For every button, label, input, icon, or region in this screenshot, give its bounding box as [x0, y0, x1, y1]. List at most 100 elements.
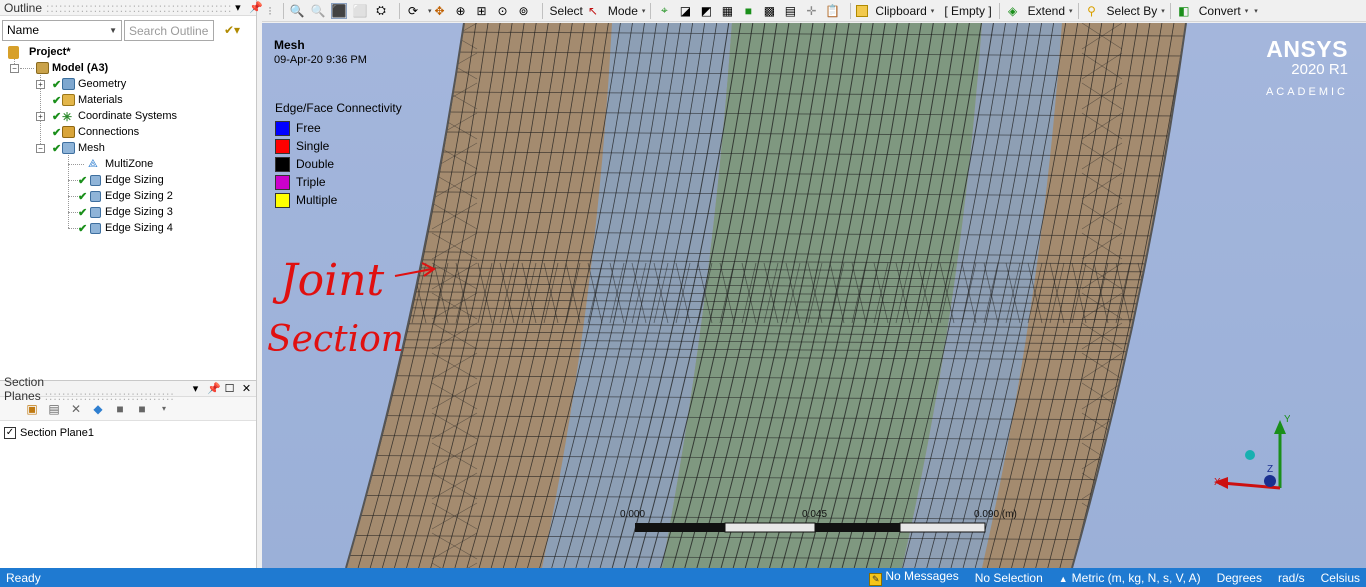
- tree-item-model[interactable]: − Model (A3): [4, 60, 256, 76]
- tree-item-mesh[interactable]: − ✔ Mesh: [4, 140, 256, 156]
- select-by-button[interactable]: Select By: [1107, 4, 1158, 18]
- show-vertices-icon[interactable]: ⛭: [373, 3, 389, 19]
- select-element-face-icon[interactable]: ▩: [761, 3, 777, 19]
- zoom-out-icon[interactable]: 🔍: [310, 3, 326, 19]
- legend-label: Free: [296, 121, 321, 135]
- toolbar-overflow-icon[interactable]: ▾: [1254, 7, 1258, 15]
- edge-sizing-icon: [90, 222, 101, 234]
- clipboard-icon[interactable]: 📋: [824, 3, 840, 19]
- select-by-icon: ⚲: [1087, 3, 1096, 18]
- tree-item-edge-sizing[interactable]: ✔ Edge Sizing: [4, 172, 256, 188]
- scale-bar-segment: [815, 523, 900, 532]
- select-button[interactable]: Select: [550, 4, 583, 18]
- close-icon[interactable]: ✕: [241, 382, 252, 395]
- new-section-plane-icon[interactable]: ▣: [24, 402, 40, 416]
- shaded-mode-icon[interactable]: ⬛: [331, 2, 347, 19]
- chevron-down-icon[interactable]: ▾: [1069, 7, 1073, 15]
- box-zoom-icon[interactable]: ⊞: [474, 3, 490, 19]
- search-outline-input[interactable]: Search Outline: [124, 19, 214, 41]
- chevron-down-icon[interactable]: ▾: [642, 7, 646, 15]
- show-whole-elements-icon[interactable]: ◆: [90, 402, 106, 416]
- status-bar: Ready ✎ No Messages No Selection ▲ Metric …: [0, 568, 1366, 587]
- chevron-down-icon[interactable]: ▾: [1161, 7, 1165, 15]
- clipboard-button[interactable]: Clipboard: [875, 4, 926, 18]
- tree-item-multizone[interactable]: ⟁ MultiZone: [4, 156, 256, 172]
- chevron-down-icon[interactable]: ▾: [931, 7, 935, 15]
- zoom-in-icon[interactable]: 🔍: [289, 3, 305, 19]
- select-element-icon[interactable]: ▤: [782, 3, 798, 19]
- scale-bar: [635, 522, 986, 533]
- unit-system[interactable]: ▲ Metric (m, kg, N, s, V, A): [1059, 571, 1201, 585]
- pin-icon[interactable]: 📌: [207, 382, 221, 395]
- angle-unit[interactable]: Degrees: [1217, 571, 1262, 585]
- chevron-down-icon[interactable]: ▾: [156, 402, 172, 416]
- pan-icon[interactable]: ✥: [432, 3, 448, 19]
- delete-icon[interactable]: ✕: [68, 402, 84, 416]
- hide-cap-icon[interactable]: ■: [134, 402, 150, 416]
- messages-indicator[interactable]: ✎ No Messages: [869, 569, 959, 586]
- select-node-icon[interactable]: ■: [740, 3, 756, 19]
- temperature-unit[interactable]: Celsius: [1321, 571, 1360, 585]
- mode-button[interactable]: Mode: [608, 4, 638, 18]
- select-face-icon[interactable]: ◩: [698, 3, 714, 19]
- axis-triad[interactable]: Y X Z: [1200, 408, 1290, 498]
- filter-options-button[interactable]: ✔▾: [216, 20, 248, 41]
- coordinates-icon[interactable]: ✛: [803, 3, 819, 19]
- status-check-icon: ✔: [52, 78, 62, 91]
- list-item[interactable]: ✓ Section Plane1: [4, 427, 252, 439]
- chevron-down-icon[interactable]: ▾: [1245, 7, 1249, 15]
- extend-button[interactable]: Extend: [1028, 4, 1065, 18]
- select-edge-icon[interactable]: ◪: [677, 3, 693, 19]
- outline-panel: Outline:::::::::::::::::::::::::::::::::…: [0, 0, 294, 380]
- panel-menu-icon[interactable]: ▾: [190, 382, 201, 395]
- rotational-velocity-unit[interactable]: rad/s: [1278, 571, 1305, 585]
- collapse-icon[interactable]: −: [10, 63, 19, 73]
- tree-item-edge-sizing-4[interactable]: ✔ Edge Sizing 4: [4, 220, 256, 236]
- tree-item-coordinate-systems[interactable]: + ✔ ✳ Coordinate Systems: [4, 108, 256, 124]
- cursor-icon[interactable]: ↖: [585, 3, 601, 19]
- wireframe-icon[interactable]: ⬜: [352, 3, 368, 19]
- status-ready: Ready: [6, 570, 41, 585]
- maximize-icon[interactable]: ☐: [224, 382, 235, 395]
- tree-item-project[interactable]: Project*: [4, 44, 256, 60]
- drag-grip[interactable]: ::::::::::::::::::::::::::::::::::::::::…: [46, 1, 232, 15]
- filter-type-select[interactable]: Name ▼: [2, 19, 122, 41]
- iso-ball-icon[interactable]: [1245, 450, 1255, 460]
- grip-icon[interactable]: ⁝: [262, 3, 278, 19]
- zoom-fit-icon[interactable]: ⊙: [495, 3, 511, 19]
- rotate-icon[interactable]: ⟳: [405, 3, 421, 19]
- tree-item-connections[interactable]: ✔ Connections: [4, 124, 256, 140]
- chevron-up-icon: ▲: [1058, 573, 1068, 584]
- legend-label: Multiple: [296, 193, 338, 207]
- expand-icon[interactable]: +: [36, 111, 45, 121]
- pin-icon[interactable]: 📌: [249, 1, 263, 14]
- zoom-icon[interactable]: ⊕: [453, 3, 469, 19]
- drag-grip[interactable]: ::::::::::::::::::::::::::::::: [45, 389, 175, 403]
- tree-item-edge-sizing-2[interactable]: ✔ Edge Sizing 2: [4, 188, 256, 204]
- magnifier-icon[interactable]: ⊚: [516, 3, 532, 19]
- legend-item: Double: [275, 155, 402, 173]
- edit-section-plane-icon[interactable]: ▤: [46, 402, 62, 416]
- collapse-icon[interactable]: −: [36, 143, 45, 153]
- edge-sizing-icon: [90, 206, 101, 218]
- section-plane-checkbox[interactable]: ✓: [4, 427, 16, 439]
- status-check-icon: ✔: [78, 174, 88, 187]
- outline-title: Outline: [4, 0, 43, 15]
- cap-icon[interactable]: ■: [112, 402, 128, 416]
- status-check-icon: ✔: [52, 110, 62, 123]
- select-body-icon[interactable]: ▦: [719, 3, 735, 19]
- tree-item-geometry[interactable]: + ✔ Geometry: [4, 76, 256, 92]
- select-vertex-icon[interactable]: ⌖: [656, 3, 672, 19]
- project-icon: [8, 45, 19, 59]
- handwritten-annotation-joint: Joint: [280, 255, 385, 306]
- legend-label: Triple: [296, 175, 326, 189]
- connectivity-legend: Edge/Face Connectivity Free Single Double T…: [275, 101, 402, 209]
- tree-item-materials[interactable]: ✔ Materials: [4, 92, 256, 108]
- outline-header: Outline:::::::::::::::::::::::::::::::::…: [0, 0, 294, 16]
- panel-menu-icon[interactable]: ▾: [232, 1, 243, 14]
- multizone-icon: ⟁: [88, 158, 98, 170]
- convert-button[interactable]: Convert: [1199, 4, 1241, 18]
- tree-item-edge-sizing-3[interactable]: ✔ Edge Sizing 3: [4, 204, 256, 220]
- graphics-viewport[interactable]: Mesh 09-Apr-20 9:36 PM Edge/Face Connect…: [262, 23, 1366, 568]
- expand-icon[interactable]: +: [36, 79, 45, 89]
